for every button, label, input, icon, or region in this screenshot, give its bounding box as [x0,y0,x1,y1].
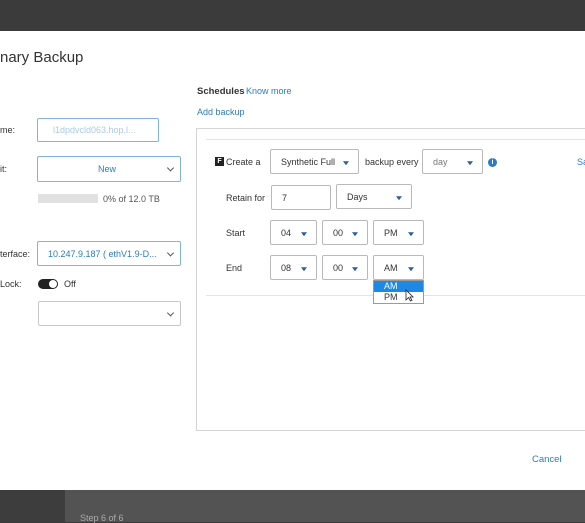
schedules-title: Schedules [197,86,245,97]
end-min-value: 00 [333,262,344,273]
backup-type-value: Synthetic Full [281,156,336,167]
end-hour-select[interactable]: 08 [270,255,317,280]
dropdown-option-am[interactable]: AM [374,281,423,292]
end-ampm-select[interactable]: AM [373,255,424,280]
add-backup-link[interactable]: Add backup [197,107,245,117]
unit-label: it: [0,164,8,174]
start-hour-value: 04 [281,227,292,238]
backup-every-label: backup every [365,157,419,167]
dropdown-triangle-icon [301,266,307,271]
start-min-value: 00 [333,227,344,238]
end-hour-value: 08 [281,262,292,273]
lock-select[interactable] [38,301,181,326]
dropdown-option-pm[interactable]: PM [374,292,423,303]
unit-select-value: New [98,164,117,174]
backup-type-select[interactable]: Synthetic Full [270,149,359,174]
retain-value: 7 [282,192,288,203]
capacity-progress-bar [38,194,98,203]
name-field-value: l1dpdvcld063.hop.l... [53,125,136,135]
chevron-down-icon [166,308,175,317]
every-select[interactable]: day [422,149,483,174]
end-label: End [226,263,243,273]
dropdown-triangle-icon [301,231,307,236]
dropdown-triangle-icon [408,266,414,271]
dialog-title: nary Backup [0,49,84,66]
chevron-down-icon [166,248,175,257]
start-ampm-select[interactable]: PM [373,220,424,245]
end-ampm-value: AM [384,262,398,273]
mouse-cursor-icon [405,289,414,302]
dropdown-triangle-icon [343,160,349,165]
lock-toggle-text: Off [64,279,76,289]
retain-unit-value: Days [347,191,368,202]
cancel-button[interactable]: Cancel [532,454,562,465]
lock-label: Lock: [0,279,22,289]
start-min-select[interactable]: 00 [322,220,368,245]
info-icon[interactable]: i [488,158,497,167]
interface-label: terface: [0,249,31,259]
dropdown-triangle-icon [396,195,402,200]
start-label: Start [226,228,246,238]
retain-input[interactable]: 7 [271,185,331,210]
interface-select-value: 10.247.9.187 ( ethV1.9-D... [48,249,157,259]
ampm-dropdown-list: AM PM [373,280,424,304]
schedule-divider-top [206,139,585,140]
lock-toggle-switch-icon[interactable] [38,279,58,289]
right-cut-link[interactable]: Sa [577,157,585,167]
create-label: Create a [226,157,261,167]
f-badge-icon: F [215,157,224,166]
interface-select[interactable]: 10.247.9.187 ( ethV1.9-D... [37,241,181,266]
bottom-panel [65,490,585,522]
dropdown-triangle-icon [408,231,414,236]
name-field[interactable]: l1dpdvcld063.hop.l... [37,118,159,142]
start-hour-select[interactable]: 04 [270,220,317,245]
capacity-progress-text: 0% of 12.0 TB [103,194,160,204]
retain-unit-select[interactable]: Days [336,184,412,209]
chevron-down-icon [166,164,175,172]
retain-label: Retain for [226,193,266,203]
dropdown-triangle-icon [352,266,358,271]
end-min-select[interactable]: 00 [322,255,368,280]
start-ampm-value: PM [384,227,398,238]
name-label: me: [0,125,16,135]
dropdown-triangle-icon [467,160,473,165]
know-more-link[interactable]: Know more [246,86,292,96]
toggle-knob [49,280,57,288]
unit-select[interactable]: New [37,156,181,182]
top-backdrop [0,0,585,31]
every-value: day [433,156,448,167]
dropdown-triangle-icon [352,231,358,236]
